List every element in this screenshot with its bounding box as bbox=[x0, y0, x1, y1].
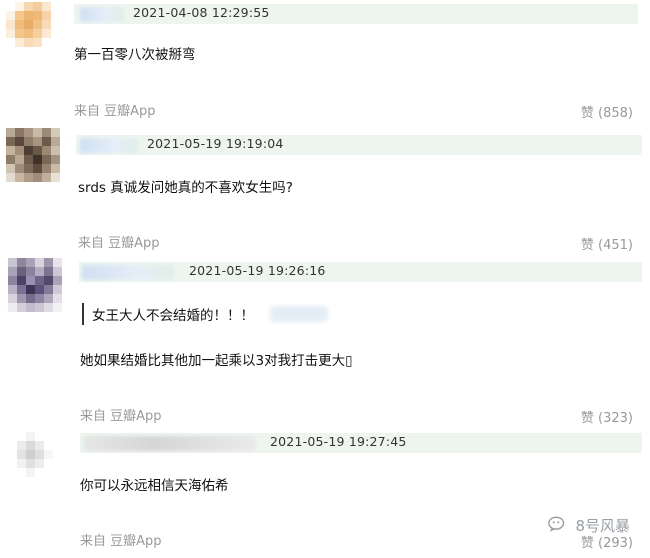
comment-text: 你可以永远相信天海佑希 bbox=[80, 478, 229, 494]
username-blurred[interactable] bbox=[80, 7, 124, 22]
watermark: 8号风暴 bbox=[547, 514, 630, 536]
comment-text: 她如果结婚比其他加一起乘以3对我打击更大▯ bbox=[80, 353, 353, 369]
avatar[interactable] bbox=[8, 258, 62, 312]
quoted-reply: 女王大人不会结婚的！！！ bbox=[82, 303, 328, 325]
username-blurred[interactable] bbox=[80, 138, 138, 153]
comment-header: 2021-04-08 12:29:55 bbox=[74, 4, 638, 24]
comment-header: 2021-05-19 19:26:16 bbox=[79, 262, 642, 282]
username-blurred[interactable] bbox=[84, 436, 256, 451]
avatar[interactable] bbox=[8, 432, 62, 486]
avatar[interactable] bbox=[6, 128, 60, 182]
comment-time: 2021-05-19 19:26:16 bbox=[189, 263, 326, 278]
wechat-icon bbox=[548, 516, 565, 532]
avatar[interactable] bbox=[6, 2, 60, 56]
comment-header: 2021-05-19 19:19:04 bbox=[76, 135, 642, 155]
comment-text: 第一百零八次被掰弯 bbox=[74, 47, 196, 63]
comment-header: 2021-05-19 19:27:45 bbox=[80, 433, 642, 453]
comment-source: 来自 豆瓣App bbox=[80, 409, 162, 424]
comment-source: 来自 豆瓣App bbox=[80, 534, 162, 549]
quoted-text: 女王大人不会结婚的！！！ bbox=[92, 308, 254, 324]
watermark-text: 8号风暴 bbox=[575, 516, 630, 535]
like-button[interactable]: 赞 (451) bbox=[581, 234, 633, 253]
like-button[interactable]: 赞 (323) bbox=[581, 407, 633, 426]
comment-text: srds 真诚发问她真的不喜欢女生吗? bbox=[78, 180, 293, 196]
like-button[interactable]: 赞 (858) bbox=[581, 102, 633, 121]
comment-time: 2021-05-19 19:19:04 bbox=[147, 136, 284, 151]
comment-source: 来自 豆瓣App bbox=[74, 104, 156, 119]
quoted-username-blurred[interactable] bbox=[270, 306, 328, 322]
comment-source: 来自 豆瓣App bbox=[78, 236, 160, 251]
username-blurred[interactable] bbox=[82, 265, 174, 280]
comment-time: 2021-04-08 12:29:55 bbox=[133, 5, 270, 20]
comment-time: 2021-05-19 19:27:45 bbox=[270, 434, 407, 449]
